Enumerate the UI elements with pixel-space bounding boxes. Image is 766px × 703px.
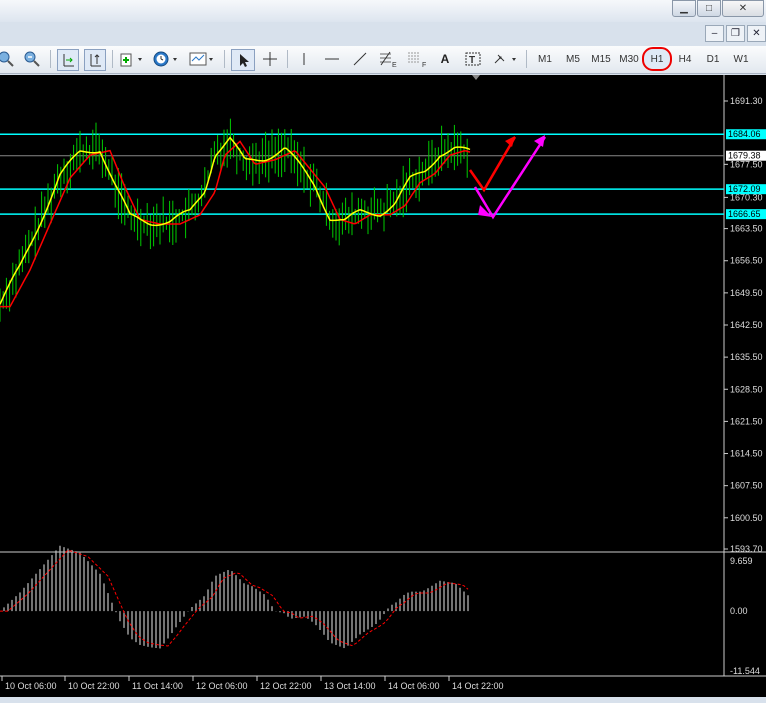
price-tick-label: 1635.50 (730, 352, 763, 362)
price-tick-label: 1628.50 (730, 384, 763, 394)
fibo-f-label: F (422, 62, 426, 68)
window-controls: ▁ □ ✕ (671, 0, 764, 17)
close-icon[interactable]: ✕ (722, 0, 764, 17)
text-tool-icon[interactable]: A (437, 49, 453, 69)
price-tick-label: 1663.50 (730, 224, 763, 234)
minimize-icon[interactable]: ▁ (672, 0, 696, 17)
indicator-tick-label: -11.544 (730, 666, 760, 676)
price-tick-label: 1642.50 (730, 320, 763, 330)
timeframe-h1-button[interactable]: H1 (642, 47, 672, 71)
child-minimize-icon[interactable]: – (705, 25, 724, 42)
time-tick-label: 12 Oct 06:00 (196, 681, 248, 691)
current-price-label: 1679.38 (728, 151, 761, 161)
timeframe-m1-button[interactable]: M1 (532, 49, 558, 69)
fibo-e-label: E (392, 62, 397, 68)
chart-shift-icon[interactable] (84, 49, 106, 71)
text-tool-label: A (440, 52, 450, 66)
price-tick-label: 1621.50 (730, 416, 763, 426)
time-tick-label: 10 Oct 22:00 (68, 681, 120, 691)
price-tick-label: 1607.50 (730, 481, 763, 491)
title-bar: ▁ □ ✕ (0, 0, 766, 22)
time-tick-label: 11 Oct 14:00 (132, 681, 183, 691)
price-tick-label: 1593.70 (730, 544, 763, 554)
level-price-label: 1666.65 (728, 209, 761, 219)
time-tick-label: 12 Oct 22:00 (260, 681, 312, 691)
time-tick-label: 13 Oct 14:00 (324, 681, 376, 691)
arrows-tool-icon[interactable] (492, 49, 520, 69)
templates-icon[interactable] (188, 49, 216, 69)
text-label-tool-icon[interactable]: T (463, 49, 483, 69)
price-tick-label: 1691.30 (730, 96, 763, 106)
level-price-label: 1684.06 (728, 129, 761, 139)
periods-icon[interactable] (152, 49, 182, 69)
indicator-signal-line (0, 549, 469, 647)
vertical-line-icon[interactable] (296, 49, 312, 69)
timeframe-m30-button[interactable]: M30 (616, 49, 642, 69)
magenta-arrow-drawing (473, 136, 547, 220)
timeframe-w1-button[interactable]: W1 (728, 49, 754, 69)
chart-shift-marker (472, 75, 480, 80)
toolbar: E F A T M1 M5 M15 M30 H1 H4 D1 W1 (0, 46, 766, 74)
price-tick-label: 1600.50 (730, 513, 763, 523)
red-arrow-drawing (468, 136, 517, 193)
crosshair-icon[interactable] (260, 49, 280, 69)
zoom-out-icon[interactable] (22, 49, 42, 69)
price-tick-label: 1649.50 (730, 288, 763, 298)
zoom-in-icon[interactable] (0, 49, 14, 69)
child-close-icon[interactable]: ✕ (747, 25, 766, 42)
price-tick-label: 1677.50 (730, 159, 763, 169)
fibo-expansion-icon[interactable]: E (377, 49, 399, 69)
time-tick-label: 14 Oct 22:00 (452, 681, 504, 691)
horizontal-line-icon[interactable] (323, 49, 341, 69)
price-tick-label: 1614.50 (730, 449, 763, 459)
cursor-icon[interactable] (231, 49, 255, 71)
autoscroll-icon[interactable] (57, 49, 79, 71)
price-tick-label: 1656.50 (730, 256, 763, 266)
time-tick-label: 14 Oct 06:00 (388, 681, 440, 691)
timeframe-d1-button[interactable]: D1 (700, 49, 726, 69)
indicator-tick-label: 9.659 (730, 556, 753, 566)
fibo-fan-icon[interactable]: F (405, 49, 429, 69)
price-chart[interactable]: 1691.301677.501670.301663.501656.501649.… (0, 75, 766, 697)
child-window-controls: – ❐ ✕ (703, 25, 766, 42)
child-restore-icon[interactable]: ❐ (726, 25, 745, 42)
text-label-tool-label: T (469, 55, 475, 66)
chart-area[interactable]: 1691.30 1677.50 1670.30 1663.50 1656.50 1649.… (0, 75, 766, 697)
indicators-icon[interactable] (118, 49, 146, 69)
timeframe-m5-button[interactable]: M5 (560, 49, 586, 69)
maximize-icon[interactable]: □ (697, 0, 721, 17)
timeframe-h4-button[interactable]: H4 (672, 49, 698, 69)
indicator-tick-label: 0.00 (730, 606, 748, 616)
trend-line-icon[interactable] (351, 49, 369, 69)
timeframe-m15-button[interactable]: M15 (588, 49, 614, 69)
time-tick-label: 10 Oct 06:00 (5, 681, 57, 691)
level-price-label: 1672.09 (728, 184, 761, 194)
